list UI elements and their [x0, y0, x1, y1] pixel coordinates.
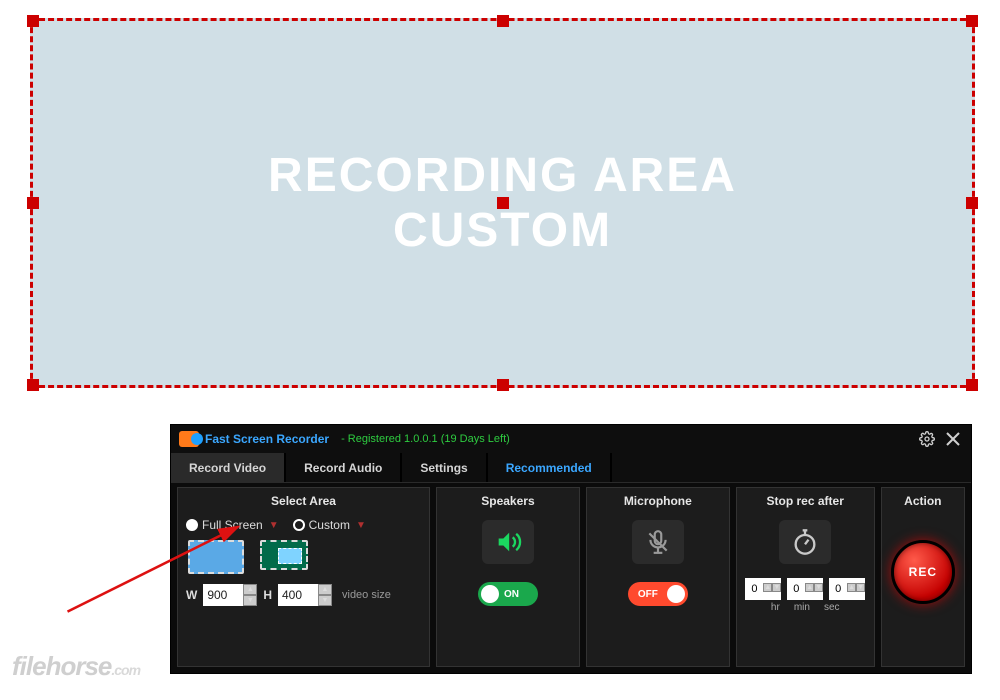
close-icon[interactable]	[943, 429, 963, 449]
width-down-icon[interactable]: ▼	[243, 595, 257, 606]
tab-bar: Record Video Record Audio Settings Recom…	[171, 453, 971, 483]
tab-record-audio[interactable]: Record Audio	[286, 453, 402, 482]
microphone-header: Microphone	[587, 488, 729, 518]
resize-handle-br[interactable]	[966, 379, 978, 391]
app-window: Fast Screen Recorder - Registered 1.0.0.…	[170, 424, 972, 674]
sec-label: sec	[824, 602, 840, 613]
resize-handle-bl[interactable]	[27, 379, 39, 391]
stopwatch-icon[interactable]	[779, 520, 831, 564]
speaker-icon[interactable]	[482, 520, 534, 564]
watermark: filehorse.com	[12, 651, 140, 682]
tab-record-video[interactable]: Record Video	[171, 453, 286, 482]
speakers-header: Speakers	[437, 488, 579, 518]
hr-label: hr	[771, 602, 780, 613]
titlebar: Fast Screen Recorder - Registered 1.0.0.…	[171, 425, 971, 453]
panel-stop-rec: Stop rec after ▲▼ ▲▼ ▲▼ hr min sec	[736, 487, 875, 667]
width-label: W	[186, 588, 197, 602]
action-header: Action	[882, 488, 964, 518]
registration-status: - Registered 1.0.0.1 (19 Days Left)	[341, 433, 510, 445]
height-down-icon[interactable]: ▼	[318, 595, 332, 606]
record-button[interactable]: REC	[891, 540, 955, 604]
resize-handle-bc[interactable]	[497, 379, 509, 391]
speakers-toggle[interactable]: ON	[478, 582, 538, 606]
recording-area-overlay[interactable]: RECORDING AREA CUSTOM	[30, 18, 975, 388]
panel-microphone: Microphone OFF	[586, 487, 730, 667]
resize-handle-ml[interactable]	[27, 197, 39, 209]
dropdown-fullscreen-icon[interactable]: ▼	[269, 520, 279, 531]
resize-handle-tc[interactable]	[497, 15, 509, 27]
radio-full-screen-label: Full Screen	[202, 518, 263, 532]
width-field[interactable]	[203, 584, 243, 606]
microphone-icon[interactable]	[632, 520, 684, 564]
height-label: H	[263, 588, 272, 602]
fullscreen-thumb[interactable]	[188, 540, 244, 574]
microphone-toggle[interactable]: OFF	[628, 582, 688, 606]
panel-speakers: Speakers ON	[436, 487, 580, 667]
panel-select-area: Select Area Full Screen ▼ Custom ▼ W	[177, 487, 430, 667]
min-input[interactable]: ▲▼	[787, 578, 823, 600]
height-up-icon[interactable]: ▲	[318, 584, 332, 595]
select-area-header: Select Area	[178, 488, 429, 518]
resize-handle-mr[interactable]	[966, 197, 978, 209]
radio-custom-label: Custom	[309, 518, 350, 532]
gear-icon[interactable]	[917, 429, 937, 449]
video-size-label: video size	[342, 589, 391, 601]
height-field[interactable]	[278, 584, 318, 606]
dropdown-custom-icon[interactable]: ▼	[356, 520, 366, 531]
app-icon	[179, 431, 199, 447]
min-label: min	[794, 602, 810, 613]
stop-rec-header: Stop rec after	[737, 488, 874, 518]
resize-handle-tl[interactable]	[27, 15, 39, 27]
move-handle-center[interactable]	[497, 197, 509, 209]
width-input[interactable]: ▲▼	[203, 584, 257, 606]
radio-full-screen[interactable]: Full Screen ▼	[186, 518, 279, 532]
resize-handle-tr[interactable]	[966, 15, 978, 27]
custom-thumb[interactable]	[260, 540, 308, 570]
width-up-icon[interactable]: ▲	[243, 584, 257, 595]
tab-recommended[interactable]: Recommended	[488, 453, 612, 482]
app-title: Fast Screen Recorder	[205, 432, 329, 446]
sec-input[interactable]: ▲▼	[829, 578, 865, 600]
tab-settings[interactable]: Settings	[402, 453, 487, 482]
height-input[interactable]: ▲▼	[278, 584, 332, 606]
radio-custom[interactable]: Custom ▼	[293, 518, 366, 532]
hr-input[interactable]: ▲▼	[745, 578, 781, 600]
panel-action: Action REC	[881, 487, 965, 667]
